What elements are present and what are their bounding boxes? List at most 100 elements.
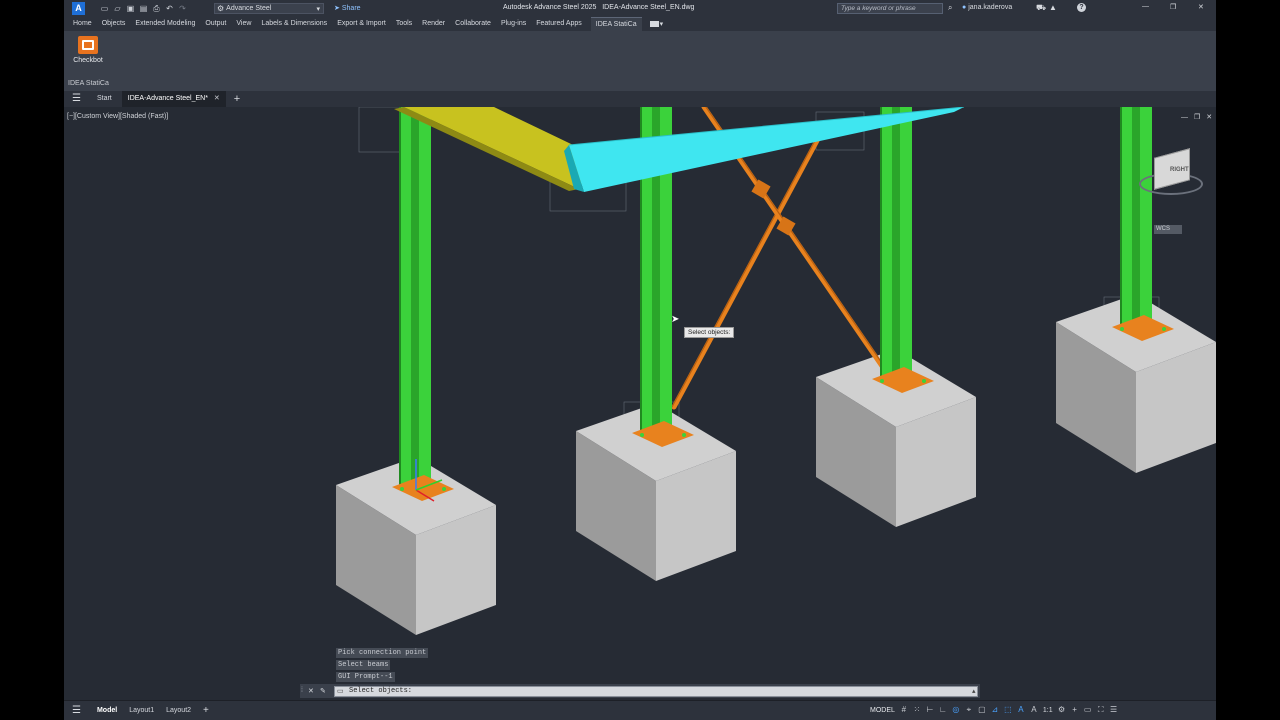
- viewcube[interactable]: RIGHT: [1136, 145, 1206, 215]
- osnap-icon[interactable]: ▢: [978, 706, 986, 714]
- doc-tab-active[interactable]: IDEA-Advance Steel_EN* ✕: [121, 91, 226, 107]
- minimize-icon[interactable]: —: [1142, 3, 1149, 10]
- customize-icon[interactable]: ✎: [320, 687, 326, 695]
- restore-icon[interactable]: ❐: [1194, 113, 1200, 121]
- annotation-scale-icon[interactable]: A: [1030, 706, 1038, 714]
- command-prompt-icon: ▭: [337, 688, 344, 695]
- history-line-3: GUI Prompt--1: [336, 672, 395, 682]
- idea-statica-icon: [78, 36, 98, 54]
- tab-view[interactable]: View: [235, 17, 252, 31]
- app-menu-icon[interactable]: ☰: [72, 91, 81, 107]
- column-3[interactable]: [880, 107, 912, 377]
- save-icon[interactable]: ▣: [126, 4, 135, 13]
- app-window: A ▭ ▱ ▣ ▤ ⎙ ↶ ↷ ⚙ Advance Steel ▾ ➤ Shar…: [64, 0, 1216, 720]
- tab-featured-apps[interactable]: Featured Apps: [535, 17, 583, 31]
- user-icon: ●: [962, 4, 967, 11]
- print-icon[interactable]: ⎙: [152, 4, 161, 13]
- annotation-visibility-icon[interactable]: A: [1017, 706, 1025, 714]
- wcs-menu[interactable]: WCS: [1154, 225, 1182, 234]
- view-label[interactable]: [−][Custom View][Shaded (Fast)]: [67, 113, 168, 120]
- user-name: jana.kaderova: [968, 4, 1013, 11]
- search-input[interactable]: Type a keyword or phrase: [837, 3, 943, 14]
- help-icon[interactable]: ?: [1077, 3, 1086, 12]
- ribbon-panel: Checkbot IDEA StatiCa: [64, 31, 1216, 92]
- layout-tab-layout1[interactable]: Layout1: [129, 701, 154, 720]
- scale-label[interactable]: 1:1: [1043, 707, 1053, 714]
- tab-objects[interactable]: Objects: [101, 17, 127, 31]
- share-label: Share: [341, 4, 361, 12]
- viewport-controls: — ❐ ✕: [1181, 113, 1212, 122]
- command-history: Pick connection point Select beams GUI P…: [336, 648, 429, 682]
- layout-menu-icon[interactable]: ☰: [72, 705, 81, 716]
- plus-icon[interactable]: +: [1071, 706, 1079, 714]
- tab-output[interactable]: Output: [204, 17, 227, 31]
- workspace-gear-icon[interactable]: ⚙: [1058, 706, 1066, 714]
- workspace-dropdown[interactable]: ⚙ Advance Steel ▾: [214, 3, 324, 14]
- minimize-icon[interactable]: —: [1181, 114, 1188, 121]
- add-tab-icon[interactable]: +: [234, 91, 240, 107]
- status-tools: MODEL # ⁙ ⊢ ∟ ◎ ⌖ ▢ ⊿ ⬚ A A 1:1 ⚙ + ▭ ⛶ …: [870, 706, 1118, 714]
- command-input[interactable]: Select objects:: [334, 686, 978, 697]
- tab-home[interactable]: Home: [72, 17, 93, 31]
- history-line-1: Pick connection point: [336, 648, 429, 658]
- polar-icon[interactable]: ◎: [952, 706, 960, 714]
- model-space-toggle[interactable]: MODEL: [870, 707, 895, 714]
- add-layout-icon[interactable]: +: [203, 705, 209, 716]
- user-menu[interactable]: ● jana.kaderova: [962, 4, 1012, 11]
- infer-icon[interactable]: ⊢: [926, 706, 934, 714]
- close-icon[interactable]: ✕: [214, 91, 220, 107]
- customize-menu-icon[interactable]: ☰: [1110, 706, 1118, 714]
- snap-icon[interactable]: ⁙: [913, 706, 921, 714]
- tab-tools[interactable]: Tools: [395, 17, 413, 31]
- units-icon[interactable]: ▭: [1084, 706, 1092, 714]
- autodesk-a-icon[interactable]: ▲: [1049, 3, 1057, 12]
- ribbon-tabs: Home Objects Extended Modeling Output Vi…: [64, 17, 1216, 31]
- app-logo[interactable]: A: [72, 2, 85, 15]
- model-viewport[interactable]: [−][Custom View][Shaded (Fast)] — ❐ ✕ RI…: [64, 107, 1216, 700]
- ortho-icon[interactable]: ∟: [939, 706, 947, 714]
- tab-plug-ins[interactable]: Plug-ins: [500, 17, 527, 31]
- close-icon[interactable]: ✕: [1198, 3, 1204, 11]
- otrack-icon[interactable]: ⊿: [991, 706, 999, 714]
- close-icon[interactable]: ✕: [1206, 113, 1212, 121]
- checkbot-button[interactable]: Checkbot: [70, 36, 106, 68]
- cursor-icon: ➤: [671, 314, 680, 325]
- tab-collaborate[interactable]: Collaborate: [454, 17, 492, 31]
- tab-idea-statica[interactable]: IDEA StatiCa: [590, 17, 642, 31]
- layout-tab-model[interactable]: Model: [97, 701, 117, 720]
- title-bar: A ▭ ▱ ▣ ▤ ⎙ ↶ ↷ ⚙ Advance Steel ▾ ➤ Shar…: [64, 0, 1216, 17]
- undo-icon[interactable]: ↶: [165, 4, 174, 13]
- panel-toggle-icon: [649, 21, 659, 27]
- isodraft-icon[interactable]: ⌖: [965, 706, 973, 714]
- selection-cycling-icon[interactable]: ⬚: [1004, 706, 1012, 714]
- drag-handle-icon[interactable]: ⁞: [301, 687, 303, 694]
- tab-export-import[interactable]: Export & Import: [336, 17, 387, 31]
- grid-icon[interactable]: #: [900, 706, 908, 714]
- cart-icon[interactable]: ⛟: [1036, 3, 1046, 13]
- ribbon-minimize-toggle[interactable]: ▾: [649, 20, 664, 28]
- model-scene[interactable]: [64, 107, 1216, 700]
- redo-icon[interactable]: ↷: [178, 4, 187, 13]
- open-icon[interactable]: ▱: [113, 4, 122, 13]
- status-bar: ☰ Model Layout1 Layout2 + MODEL # ⁙ ⊢ ∟ …: [64, 700, 1216, 720]
- chevron-up-icon[interactable]: ▴: [972, 687, 976, 695]
- search-icon[interactable]: ⌕: [948, 3, 952, 13]
- restore-icon[interactable]: ❐: [1170, 3, 1176, 11]
- doc-tab-active-label: IDEA-Advance Steel_EN*: [127, 95, 208, 102]
- save-as-icon[interactable]: ▤: [139, 4, 148, 13]
- chevron-down-icon: ▾: [659, 21, 664, 28]
- share-icon: ➤: [334, 5, 340, 12]
- doc-tab-start[interactable]: Start: [97, 91, 112, 107]
- column-4[interactable]: [1120, 107, 1152, 329]
- wireframe-outlines: [358, 107, 1160, 443]
- share-button[interactable]: ➤ Share: [334, 4, 361, 13]
- new-icon[interactable]: ▭: [100, 4, 109, 13]
- fullscreen-icon[interactable]: ⛶: [1097, 706, 1105, 714]
- layout-tab-layout2[interactable]: Layout2: [166, 701, 191, 720]
- column-1[interactable]: [399, 107, 431, 485]
- tooltip: Select objects:: [684, 327, 735, 338]
- tab-render[interactable]: Render: [421, 17, 446, 31]
- close-icon[interactable]: ✕: [308, 687, 314, 695]
- tab-labels-dimensions[interactable]: Labels & Dimensions: [260, 17, 328, 31]
- tab-extended-modeling[interactable]: Extended Modeling: [134, 17, 196, 31]
